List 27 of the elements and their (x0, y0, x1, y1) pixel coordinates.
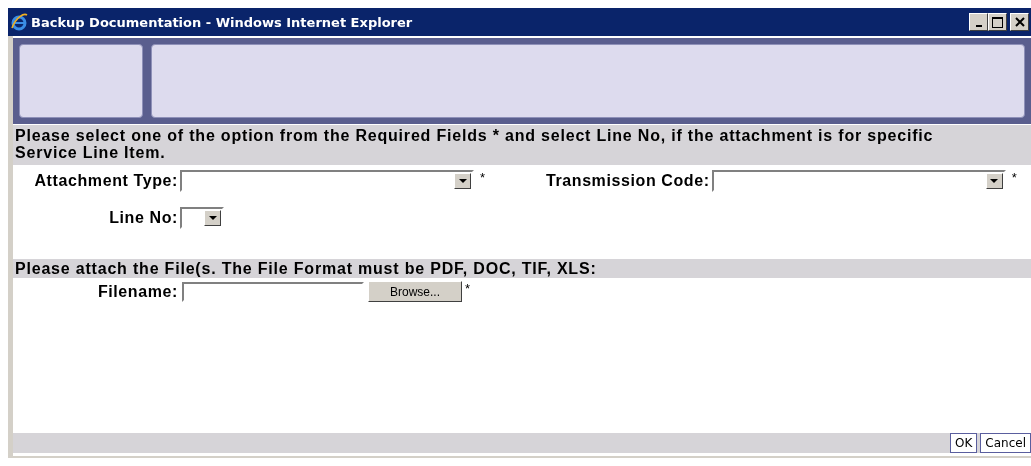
browser-logo-icon (10, 13, 28, 31)
instruction-text: Please select one of the option from the Required Fields * and select Line No, if the attachment is for specific Service Line Item. (13, 125, 1031, 165)
attach-instruction: Please attach the File(s. The File Format must be PDF, DOC, TIF, XLS: (13, 259, 1031, 278)
field-label: Filename: (96, 282, 178, 301)
field-label: Attachment Type: (33, 172, 178, 190)
required-mark: * (1011, 170, 1018, 185)
dialog-button[interactable]: Cancel (980, 433, 1031, 453)
minimize-button[interactable] (969, 13, 988, 31)
field-label: Transmission Code: (544, 172, 710, 190)
dropdown-arrow-icon (990, 179, 999, 183)
close-icon (1014, 17, 1025, 27)
maximize-button[interactable] (988, 13, 1007, 31)
dropdown-arrow-icon (458, 179, 467, 183)
dropdown-arrow-icon (208, 216, 217, 220)
required-mark: * (480, 170, 486, 185)
required-mark: * (465, 281, 471, 296)
field-label: Line No: (108, 209, 178, 227)
close-button[interactable] (1010, 13, 1029, 31)
window-title: Backup Documentation - Windows Internet Explorer (31, 14, 414, 30)
maximize-icon (992, 16, 1003, 28)
filename-field[interactable] (182, 281, 364, 302)
minimize-icon (975, 25, 982, 27)
dialog-button[interactable]: OK (950, 433, 978, 453)
browse-button[interactable]: Browse... (368, 281, 462, 302)
dropdown-field[interactable] (180, 207, 224, 229)
dropdown-field[interactable] (180, 170, 474, 192)
dropdown-field[interactable] (711, 170, 1006, 192)
